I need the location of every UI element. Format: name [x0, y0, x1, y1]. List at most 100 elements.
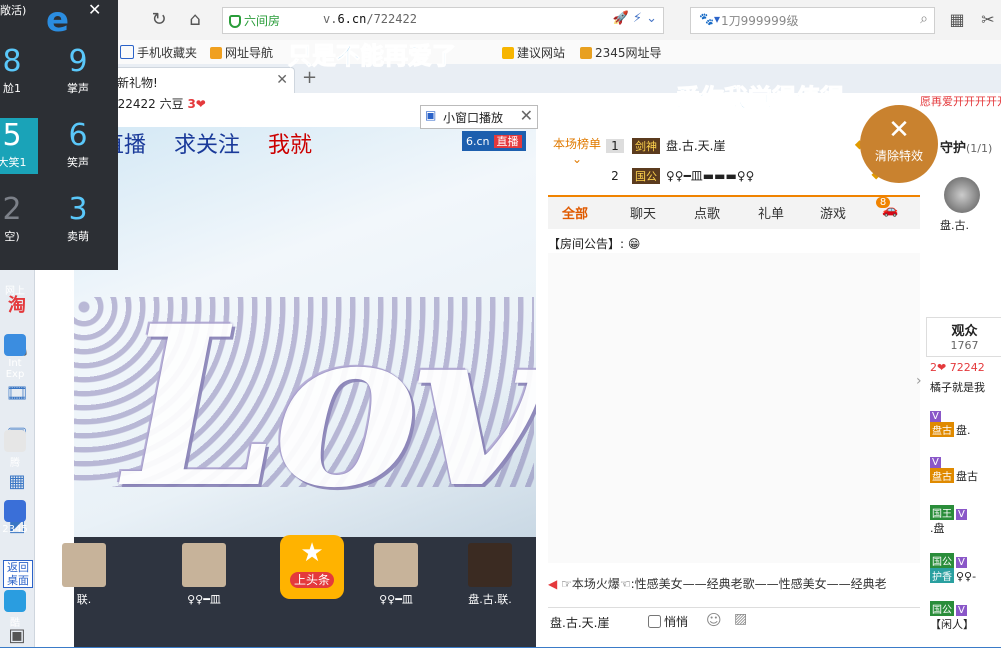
bookmark-2345[interactable]: 2345网址导 [580, 44, 662, 61]
bookmark-nav[interactable]: 网址导航 [210, 44, 273, 61]
desktop-icon[interactable]: 2345 [0, 500, 30, 535]
chevron-down-icon: ⌄ [571, 152, 583, 166]
lightning-icon[interactable]: ⚡ [633, 11, 642, 26]
rocket-icon[interactable]: 🚀 [612, 11, 628, 26]
video-player[interactable]: 直播 求关注 我就 6.cn直播 Love [74, 127, 536, 537]
home-icon[interactable]: ⌂ [184, 9, 206, 31]
desktop-icon[interactable]: 网上 [0, 282, 30, 297]
vip-badge: V [956, 557, 967, 568]
avatar [182, 543, 226, 587]
list-item[interactable]: V 盘古 盘古 [930, 455, 1001, 499]
avatar [468, 543, 512, 587]
refresh-icon[interactable]: ↻ [148, 9, 170, 31]
tab-active[interactable]: 新礼物! ✕ [110, 67, 295, 94]
checkbox[interactable] [648, 615, 661, 628]
close-icon[interactable]: ✕ [88, 0, 101, 19]
audience-item[interactable]: 联. [44, 543, 124, 611]
search-icon[interactable]: ⌕ [920, 11, 928, 27]
close-tab-icon[interactable]: ✕ [276, 72, 288, 88]
site-icon [580, 47, 592, 59]
bookmark-suggest[interactable]: 建议网站 [502, 44, 565, 61]
desktop-icon[interactable]: 腾 [0, 430, 30, 469]
chevron-right-icon[interactable]: › [916, 373, 922, 389]
viewers-tab[interactable]: 观众 1767 [926, 317, 1001, 357]
chevron-down-icon[interactable]: ⌄ [646, 11, 657, 26]
image-icon[interactable]: ▨ [734, 611, 747, 627]
chat-input-bar: 盘.古.天.崖 悄悄 ☺ ▨ [548, 607, 920, 636]
browser-toolbar: ↻ ⌂ 六间房 v.6.cn/722422 🚀 ⚡ ⌄ 🐾▾ 1刀999999级… [0, 0, 1001, 41]
audience-item[interactable]: ♀♀━皿 [356, 543, 436, 611]
ranking-row[interactable]: 2国公♀♀━皿▬▬▬♀♀◆ 400 [606, 167, 916, 193]
room-number: 722422 六豆 3❤ [110, 97, 206, 111]
car-icon[interactable]: 🚗 8 [875, 197, 898, 218]
search-engine-icon[interactable]: 🐾▾ [699, 12, 720, 26]
ie-icon [4, 334, 26, 356]
close-icon[interactable]: ✕ [520, 106, 533, 125]
bookmark-mobile[interactable]: 手机收藏夹 [120, 44, 197, 61]
speaker-icon: ◀ [548, 577, 558, 591]
clear-effects-button[interactable]: ✕ 清除特效 [860, 105, 938, 183]
vip-badge: V [956, 509, 967, 520]
address-bar[interactable]: 六间房 v.6.cn/722422 🚀 ⚡ ⌄ [222, 7, 664, 34]
whisper-checkbox[interactable]: 悄悄 [648, 613, 688, 630]
hotkey-2[interactable]: 2 空) [0, 192, 38, 248]
tab-songs[interactable]: 点歌 [694, 203, 720, 222]
close-icon: ✕ [888, 115, 910, 145]
phone-icon [120, 45, 134, 59]
vip-badge: V [930, 457, 941, 468]
mini-window-button[interactable]: ▣ 小窗口播放 ✕ [420, 105, 538, 129]
hotkey-3[interactable]: 3 卖萌 [52, 192, 104, 248]
hotkey-8[interactable]: 8 尬1 [0, 44, 38, 100]
smile-icon: 😁 [627, 237, 641, 251]
headline-button[interactable]: ★ 上头条 [280, 535, 344, 599]
list-item[interactable]: 国公 V 【闲人】 [930, 601, 1001, 645]
list-item[interactable]: 国王 V .盘 [930, 505, 1001, 549]
hotkey-5[interactable]: 5 大笑1 [0, 118, 38, 174]
app-icon [4, 430, 26, 452]
back-to-desktop-button[interactable]: 返回桌面 [3, 560, 33, 588]
lyric-overlay-top: 只是不能再爱了 [288, 42, 457, 71]
search-input[interactable]: 1刀999999级 [721, 12, 798, 29]
desktop-icon[interactable]: 酷 [0, 590, 30, 629]
tab-gifts[interactable]: 礼单 [758, 203, 784, 222]
film-icon[interactable]: 🎞 [5, 382, 29, 406]
hot-line: ◀ ☞本场火爆☜:性感美女——经典老歌——性感美女——经典老 [548, 577, 887, 591]
list-item[interactable]: 2❤ 72242 [930, 361, 1001, 379]
list-item[interactable]: V 盘古 盘. [930, 409, 1001, 453]
chat-messages[interactable] [548, 253, 920, 563]
avatar [62, 543, 106, 587]
app-icon [4, 590, 26, 612]
secure-indicator[interactable]: 六间房 [229, 12, 280, 29]
apps-grid-icon[interactable]: ▦ [947, 10, 967, 30]
list-item[interactable]: 橘子就是我 [930, 379, 1001, 399]
chat-tabs: 全部 聊天 点歌 礼单 游戏 🚗 8 [548, 195, 920, 229]
vip-badge: V [956, 605, 967, 616]
list-item[interactable]: 国公 V 护香 ♀♀- [930, 553, 1001, 597]
desktop-icon[interactable]: Int Exp [0, 334, 30, 380]
ie-logo-icon: e [46, 0, 70, 40]
hotkey-9[interactable]: 9 掌声 [52, 44, 104, 100]
shield-icon [229, 15, 241, 28]
audience-item[interactable]: 盘.古.联. [450, 543, 530, 611]
tab-all[interactable]: 全部 [562, 203, 588, 222]
bing-icon [502, 47, 514, 59]
search-box[interactable]: 🐾▾ 1刀999999级 ⌕ [690, 7, 935, 34]
app-icon [4, 500, 26, 522]
url-text: v.6.cn/722422 [323, 12, 417, 26]
hotkey-6[interactable]: 6 笑声 [52, 118, 104, 174]
audience-item[interactable]: ♀♀━皿 [164, 543, 244, 611]
tab-chat[interactable]: 聊天 [630, 203, 656, 222]
tv-icon: ▣ [425, 108, 437, 122]
tab-bar: 新礼物! ✕ [0, 64, 1001, 94]
live-room-page: 722422 六豆 3❤ 直播 求关注 我就 6.cn直播 Love ▣ 小窗口… [34, 93, 1001, 647]
guard-avatar[interactable] [944, 177, 980, 213]
emoji-icon[interactable]: ☺ [706, 611, 722, 629]
site-icon [210, 47, 222, 59]
live-badge: 6.cn 直播 [462, 131, 526, 151]
vip-badge: V [930, 411, 941, 422]
calculator-icon[interactable]: ▦ [5, 470, 29, 494]
tab-games[interactable]: 游戏 [820, 203, 846, 222]
taobao-icon[interactable]: 淘 [5, 294, 29, 318]
ranking-header[interactable]: 本场榜单 ⌄ [552, 135, 602, 166]
scissors-icon[interactable]: ✂ [978, 10, 998, 30]
